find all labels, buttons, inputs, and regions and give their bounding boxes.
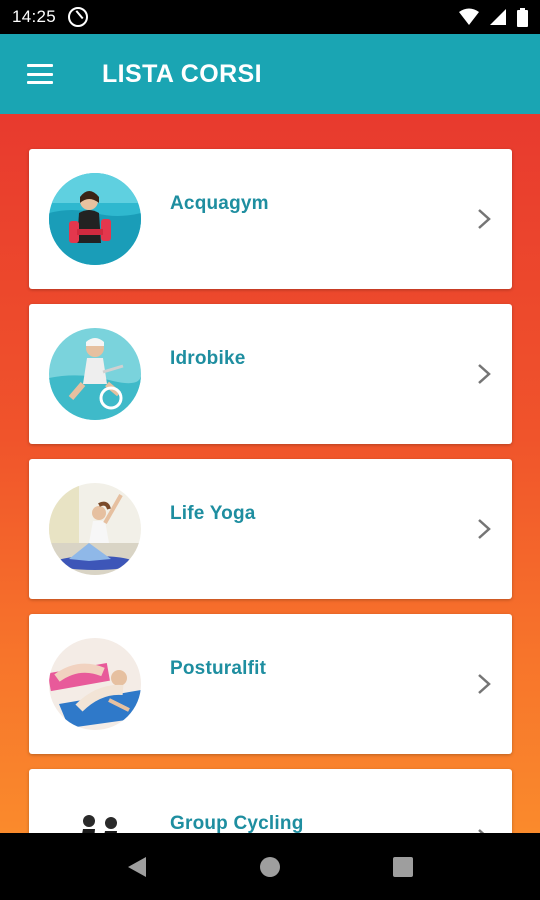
status-time: 14:25 bbox=[12, 7, 57, 26]
course-card-acquagym[interactable]: Acquagym bbox=[29, 149, 512, 289]
do-not-disturb-icon bbox=[68, 7, 89, 27]
recents-icon bbox=[393, 856, 414, 877]
chevron-right-icon bbox=[478, 209, 491, 229]
wifi-icon bbox=[459, 8, 479, 25]
course-image-group-cycling bbox=[49, 793, 141, 833]
back-icon bbox=[127, 856, 146, 877]
app-bar: LISTA CORSI bbox=[0, 34, 540, 114]
home-button[interactable] bbox=[250, 847, 290, 887]
course-card-idrobike[interactable]: Idrobike bbox=[29, 304, 512, 444]
course-card-posturalfit[interactable]: Posturalfit bbox=[29, 614, 512, 754]
course-card-group-cycling[interactable]: Group Cycling bbox=[29, 769, 512, 833]
back-button[interactable] bbox=[117, 847, 157, 887]
course-label: Idrobike bbox=[170, 348, 246, 369]
course-list[interactable]: Acquagym Idrobike Life Yoga Posturalfit … bbox=[0, 114, 540, 833]
course-card-life-yoga[interactable]: Life Yoga bbox=[29, 459, 512, 599]
course-label: Life Yoga bbox=[170, 503, 256, 524]
battery-icon bbox=[517, 7, 528, 27]
chevron-right-icon bbox=[478, 674, 491, 694]
course-image-posturalfit bbox=[49, 638, 141, 730]
status-icons bbox=[459, 7, 528, 27]
course-image-life-yoga bbox=[49, 483, 141, 575]
course-image-acquagym bbox=[49, 173, 141, 265]
course-label: Posturalfit bbox=[170, 658, 267, 679]
course-label: Group Cycling bbox=[170, 813, 304, 833]
menu-icon[interactable] bbox=[27, 64, 53, 84]
system-nav-bar bbox=[0, 833, 540, 900]
home-icon bbox=[259, 856, 280, 877]
recents-button[interactable] bbox=[383, 847, 423, 887]
status-bar: 14:25 bbox=[0, 0, 540, 34]
course-label: Acquagym bbox=[170, 193, 269, 214]
chevron-right-icon bbox=[478, 364, 491, 384]
course-image-idrobike bbox=[49, 328, 141, 420]
chevron-right-icon bbox=[478, 519, 491, 539]
signal-icon bbox=[490, 9, 506, 25]
page-title: LISTA CORSI bbox=[102, 59, 262, 88]
